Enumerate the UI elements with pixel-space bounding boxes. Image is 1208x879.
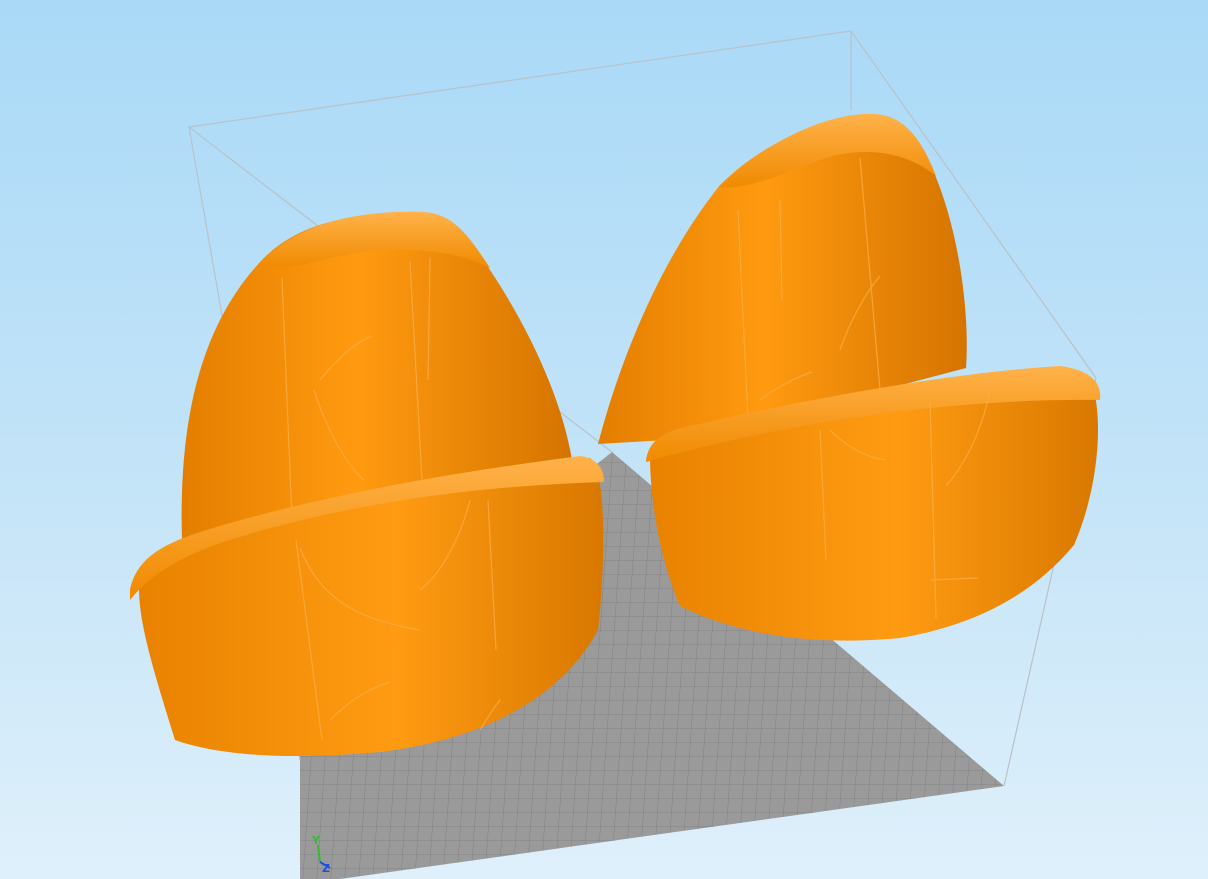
- axis-y-label: Y: [312, 834, 320, 847]
- seat-model-right[interactable]: [598, 113, 1101, 641]
- scene-canvas[interactable]: [0, 0, 1208, 879]
- 3d-viewport[interactable]: Y Z: [0, 0, 1208, 879]
- seat-model-left[interactable]: [130, 211, 604, 756]
- axis-z-label: Z: [322, 862, 330, 875]
